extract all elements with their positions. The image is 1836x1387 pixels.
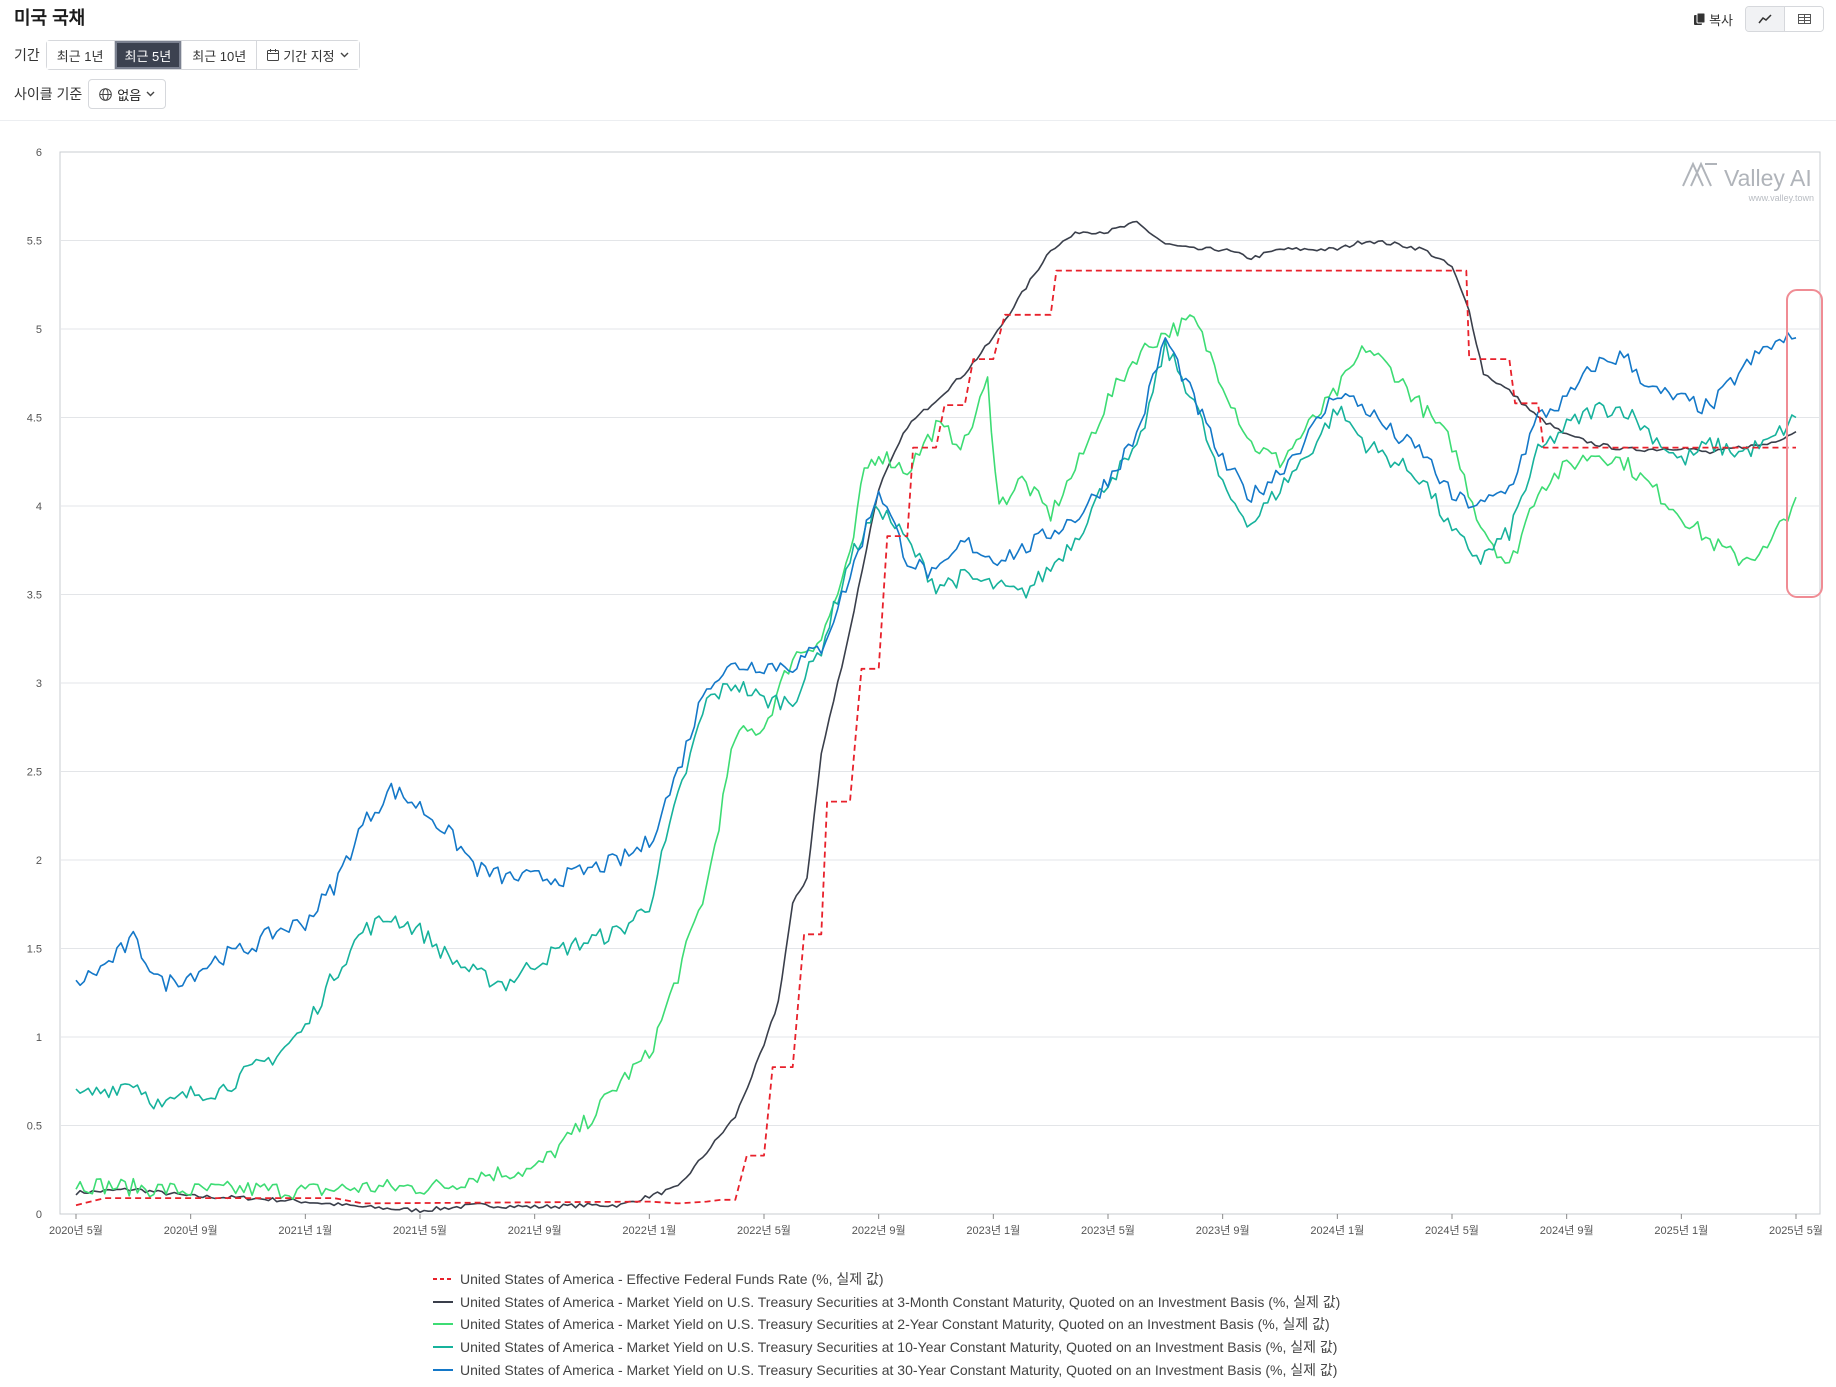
table-icon [1797,14,1811,24]
legend-item-ffr[interactable]: United States of America - Effective Fed… [432,1268,1340,1291]
x-tick-label: 2022년 1월 [622,1224,676,1237]
cycle-dropdown[interactable]: 없음 [88,79,167,109]
watermark-brand: Valley AI [1724,165,1812,191]
legend-item-t3m[interactable]: United States of America - Market Yield … [432,1291,1340,1314]
x-tick-label: 2025년 1월 [1654,1224,1708,1237]
x-tick-label: 2025년 5월 [1769,1224,1823,1237]
period-segment-group: 최근 1년 최근 5년 최근 10년 기간 지정 [45,40,360,70]
legend-item-t30y[interactable]: United States of America - Market Yield … [432,1358,1340,1381]
period-5y-button[interactable]: 최근 5년 [113,41,182,69]
legend-item-t2y[interactable]: United States of America - Market Yield … [432,1313,1340,1336]
table-view-button[interactable] [1784,7,1823,31]
x-tick-label: 2021년 9월 [508,1224,562,1237]
calendar-icon [267,49,280,61]
x-axis-ticks: 2020년 5월 2020년 9월 2021년 1월 2021년 5월 2021년 9월… [49,1214,1823,1237]
custom-period-label: 기간 지정 [283,48,335,64]
y-tick-label: 1.5 [27,944,42,956]
series-lines [75,220,1797,1213]
series-line-t3m [75,220,1797,1213]
legend-label: United States of America - Market Yield … [460,1339,1338,1356]
y-axis-ticks: 0 0.5 1 1.5 2 2.5 3 3.5 4 4.5 5 5.5 6 [27,147,42,1221]
series-line-ffr [75,269,1796,1207]
watermark-url: www.valley.town [1748,193,1814,203]
x-tick-label: 2021년 1월 [278,1224,332,1237]
copy-icon [1694,12,1706,25]
grid-lines [59,151,1821,1215]
globe-icon [99,87,113,101]
legend-item-t10y[interactable]: United States of America - Market Yield … [432,1336,1340,1359]
valley-logo-icon [1682,161,1717,187]
chart-legend: United States of America - Effective Fed… [432,1268,1340,1381]
x-tick-label: 2021년 5월 [393,1224,447,1237]
y-tick-label: 6 [36,147,42,159]
period-filter: 기간 최근 1년 최근 5년 최근 10년 기간 지정 [14,40,360,70]
y-tick-label: 4 [36,501,42,513]
copy-button[interactable]: 복사 [1694,10,1733,29]
period-1y-button[interactable]: 최근 1년 [46,41,114,69]
page-title: 미국 국채 [14,8,86,28]
yield-chart: 00.511.522.533.544.555.56 2020년 5월 2020년 … [27,147,1823,1237]
x-tick-label: 2020년 9월 [164,1224,218,1237]
legend-label: United States of America - Market Yield … [460,1316,1330,1333]
period-10y-button[interactable]: 최근 10년 [181,41,257,69]
legend-label: United States of America - Market Yield … [460,1293,1341,1310]
y-tick-label: 5 [36,324,42,336]
valley-ai-watermark: Valley AI www.valley.town [1682,161,1814,203]
y-tick-label: 3 [36,678,42,690]
x-tick-label: 2020년 5월 [49,1224,103,1237]
top-actions: 복사 [1694,6,1824,32]
y-tick-label: 0.5 [27,1121,42,1133]
highlight-box [1786,289,1823,598]
chevron-down-icon [340,52,349,58]
series-line-t10y [75,339,1797,1110]
x-tick-label: 2022년 5월 [737,1224,791,1237]
view-toggle [1745,6,1824,32]
y-tick-label: 2.5 [27,767,42,779]
cycle-label: 사이클 기준 [14,86,83,102]
legend-swatch-ffr [433,1278,453,1281]
cycle-value: 없음 [117,87,142,103]
line-chart-icon [1758,14,1772,24]
y-tick-label: 1 [36,1032,42,1044]
legend-label: United States of America - Market Yield … [460,1361,1338,1378]
legend-swatch-t30y [433,1368,453,1371]
x-tick-label: 2024년 5월 [1425,1224,1479,1237]
legend-label: United States of America - Effective Fed… [460,1271,884,1288]
x-tick-label: 2022년 9월 [852,1224,906,1237]
legend-swatch-t3m [433,1300,453,1303]
x-tick-label: 2024년 9월 [1540,1224,1594,1237]
x-tick-label: 2023년 9월 [1196,1224,1250,1237]
copy-label: 복사 [1709,12,1733,28]
custom-period-dropdown[interactable]: 기간 지정 [256,41,359,69]
legend-swatch-t2y [433,1323,453,1326]
x-tick-label: 2023년 1월 [966,1224,1020,1237]
legend-swatch-t10y [433,1346,453,1349]
y-tick-label: 0 [36,1209,42,1221]
y-tick-label: 5.5 [27,236,42,248]
x-tick-label: 2023년 5월 [1081,1224,1135,1237]
period-label: 기간 [14,47,40,63]
y-tick-label: 4.5 [27,413,42,425]
y-tick-label: 2 [36,855,42,867]
y-tick-label: 3.5 [27,590,42,602]
header-divider [0,120,1836,121]
chart-view-button[interactable] [1746,7,1784,31]
x-tick-label: 2024년 1월 [1310,1224,1364,1237]
chevron-down-icon [146,91,155,97]
cycle-filter: 사이클 기준 없음 [14,79,167,109]
series-line-t30y [75,332,1797,992]
